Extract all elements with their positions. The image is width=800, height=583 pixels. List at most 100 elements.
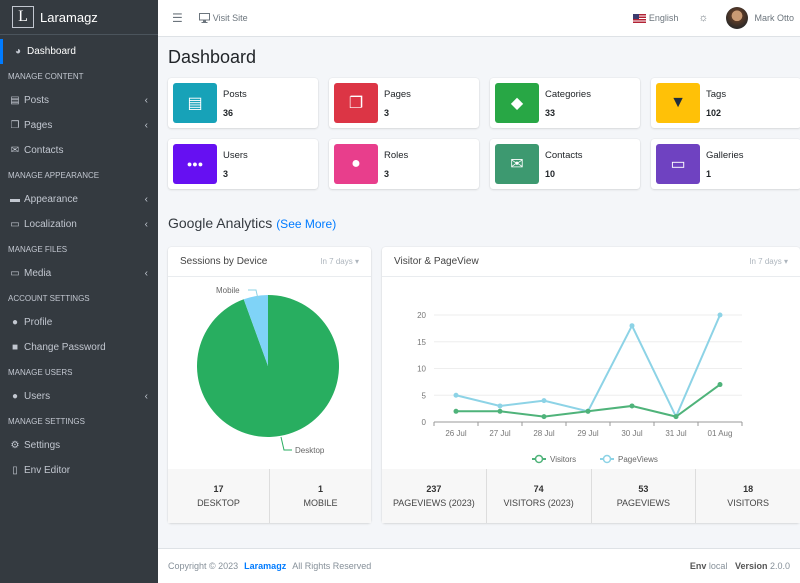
y-tick-label: 10 [417, 365, 426, 374]
info-box-galleries[interactable]: ▭ Galleries 1 [651, 139, 800, 189]
stat-block: 17 DESKTOP [168, 469, 269, 523]
sessions-card-header: Sessions by Device In 7 days ▾ [168, 247, 371, 277]
sidebar-item-env-editor[interactable]: ▯ Env Editor [0, 458, 158, 483]
chevron-left-icon: ‹ [144, 95, 148, 106]
stat-value: 53 [638, 484, 649, 494]
data-point-pageviews[interactable] [541, 398, 547, 404]
info-box-value: 10 [545, 168, 556, 179]
sidebar-item-users[interactable]: ● Users ‹ [0, 384, 158, 409]
analytics-title: Google Analytics (See More) [168, 215, 336, 231]
sessions-stats: 17 DESKTOP 1 MOBILE [168, 469, 371, 523]
avatar [726, 7, 749, 29]
data-point-visitors[interactable] [629, 403, 635, 409]
sidebar-item-settings[interactable]: ⚙ Settings [0, 433, 158, 458]
visitors-stats: 237 PAGEVIEWS (2023) 74 VISITORS (2023) 53 PA… [382, 469, 800, 523]
info-box-value: 33 [545, 107, 556, 118]
top-navbar: ☰ Visit Site English ☼ Mark Otto [158, 0, 800, 37]
data-point-visitors[interactable] [453, 408, 459, 414]
x-tick-label: 26 Jul [445, 429, 467, 438]
stat-value: 1 [317, 484, 323, 494]
info-box-roles[interactable]: ● Roles 3 [329, 139, 479, 189]
info-box-value: 1 [706, 168, 712, 179]
stat-value: 74 [533, 484, 544, 494]
y-tick-label: 5 [422, 391, 427, 400]
sidebar-item-label: Change Password [24, 342, 106, 353]
info-box-label: Contacts [545, 149, 583, 161]
info-box-posts[interactable]: ▤ Posts 36 [168, 78, 318, 128]
info-box-value: 3 [223, 168, 229, 179]
legend-marker [602, 454, 612, 464]
visitors-card-header: Visitor & PageView In 7 days ▾ [382, 247, 800, 277]
legend-item-visitors[interactable]: Visitors [532, 454, 576, 464]
lock-icon: ■ [11, 342, 19, 353]
stat-label: DESKTOP [197, 498, 240, 508]
nav-header: ACCOUNT SETTINGS [8, 293, 90, 303]
info-box-users[interactable]: ●●● Users 3 [168, 139, 318, 189]
sidebar-item-media[interactable]: ▭ Media ‹ [0, 261, 158, 286]
stat-value: 17 [213, 484, 224, 494]
stat-block: 1 MOBILE [269, 469, 371, 523]
visit-site-label: Visit Site [212, 13, 248, 23]
sidebar-item-profile[interactable]: ● Profile [0, 310, 158, 335]
stat-block: 53 PAGEVIEWS [590, 469, 696, 523]
pie-label-mobile: Mobile [216, 286, 240, 295]
envelope-icon: ✉ [495, 144, 539, 184]
sidebar-item-change-password[interactable]: ■ Change Password [0, 335, 158, 360]
visitors-card: Visitor & PageView In 7 days ▾ 0 5 10 15 20 2… [382, 247, 800, 523]
see-more-link[interactable]: (See More) [276, 217, 336, 231]
users-icon: ●●● [173, 144, 217, 184]
data-point-visitors[interactable] [541, 414, 547, 420]
data-point-visitors[interactable] [717, 382, 723, 388]
x-tick-label: 31 Jul [665, 429, 687, 438]
sidebar-item-posts[interactable]: ▤ Posts ‹ [0, 88, 158, 113]
legend-label: PageViews [618, 455, 658, 464]
stat-label: VISITORS [727, 498, 770, 508]
sessions-card: Sessions by Device In 7 days ▾ Mobile Des… [168, 247, 371, 523]
sidebar-item-pages[interactable]: ❐ Pages ‹ [0, 113, 158, 138]
sidebar-item-localization[interactable]: ▭ Localization ‹ [0, 212, 158, 237]
page-title: Dashboard [168, 47, 257, 67]
data-point-pageviews[interactable] [629, 323, 635, 329]
data-point-pageviews[interactable] [717, 312, 723, 318]
visit-site-link[interactable]: Visit Site [198, 13, 248, 23]
footer-brand-link[interactable]: Laramagz [244, 561, 286, 571]
stat-label: MOBILE [303, 498, 338, 508]
data-point-pageviews[interactable] [453, 392, 459, 398]
language-dropdown[interactable]: English [632, 13, 678, 23]
theme-toggle-icon[interactable]: ☼ [698, 12, 708, 24]
user-menu[interactable]: Mark Otto [708, 7, 794, 29]
legend-item-pageviews[interactable]: PageViews [600, 454, 658, 464]
user-icon: ● [11, 317, 19, 328]
menu-toggle-icon[interactable]: ☰ [172, 11, 183, 25]
stat-label: VISITORS (2023) [503, 498, 574, 508]
desktop-icon: ▬ [10, 194, 20, 205]
book-icon: ▤ [10, 95, 20, 106]
data-point-visitors[interactable] [673, 414, 679, 420]
info-box-tags[interactable]: ▼ Tags 102 [651, 78, 800, 128]
data-point-pageviews[interactable] [497, 403, 503, 409]
sidebar-item-label: Appearance [24, 194, 78, 205]
version-value: 2.0.0 [769, 561, 790, 571]
brand-link[interactable]: L Laramagz [0, 0, 158, 35]
sessions-range-dropdown[interactable]: In 7 days ▾ [320, 257, 359, 266]
sidebar-item-label: Settings [24, 440, 61, 451]
data-point-visitors[interactable] [497, 408, 503, 414]
cogs-icon: ⚙ [10, 440, 20, 451]
sessions-pie-chart: Mobile Desktop [196, 286, 339, 455]
info-box-label: Roles [384, 149, 409, 161]
chevron-left-icon: ‹ [144, 219, 148, 230]
sidebar-item-contacts[interactable]: ✉ Contacts [0, 138, 158, 163]
data-point-visitors[interactable] [585, 408, 591, 414]
info-box-pages[interactable]: ❐ Pages 3 [329, 78, 479, 128]
info-box-label: Pages [384, 88, 411, 100]
info-box-label: Posts [223, 88, 247, 100]
sidebar-item-dashboard[interactable]: ◕ Dashboard [0, 39, 158, 64]
env-version-info: Env local Version 2.0.0 [690, 561, 790, 571]
info-box-contacts[interactable]: ✉ Contacts 10 [490, 139, 640, 189]
copy-icon: ❐ [334, 83, 378, 123]
visitors-range-dropdown[interactable]: In 7 days ▾ [749, 257, 788, 266]
sidebar-item-appearance[interactable]: ▬ Appearance ‹ [0, 187, 158, 212]
info-box-categories[interactable]: ◆ Categories 33 [490, 78, 640, 128]
env-value: local [708, 561, 728, 571]
visitors-range-label: In 7 days [749, 257, 782, 266]
